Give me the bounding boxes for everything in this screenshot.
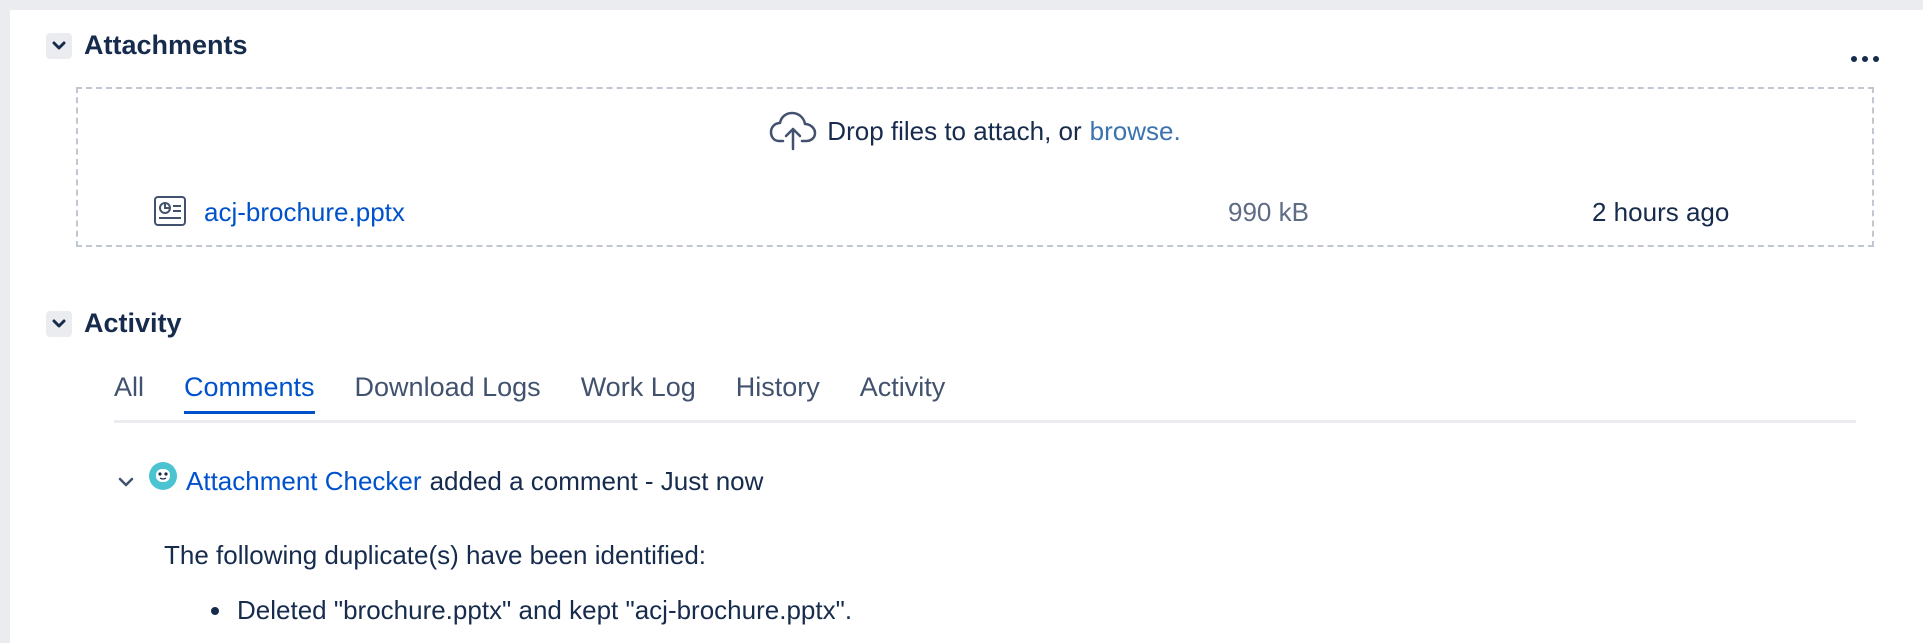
attachments-header: Attachments — [46, 30, 248, 61]
attachments-title: Attachments — [84, 30, 248, 60]
chevron-down-icon — [118, 477, 134, 486]
comment-collapse-toggle[interactable] — [118, 477, 134, 487]
comment-action: added a comment - Just now — [429, 466, 764, 496]
activity-collapse-toggle[interactable] — [46, 310, 72, 337]
activity-tabs: All Comments Download Logs Work Log Hist… — [114, 370, 1856, 423]
more-options-button[interactable] — [1845, 44, 1885, 74]
comment-list: Deleted "brochure.pptx" and kept "acj-br… — [164, 595, 852, 626]
comment-author-link[interactable]: Attachment Checker — [186, 466, 422, 497]
attachment-row: acj-brochure.pptx 990 kB 2 hours ago — [78, 191, 1872, 231]
activity-title: Activity — [84, 308, 182, 338]
drop-text: Drop files to attach, or — [827, 115, 1082, 146]
attachment-file-size: 990 kB — [1228, 197, 1309, 227]
tab-comments[interactable]: Comments — [184, 372, 315, 414]
tab-work-log[interactable]: Work Log — [581, 372, 696, 411]
attachment-dropzone[interactable]: Drop files to attach, or browse. acj-bro… — [76, 87, 1874, 247]
bot-avatar-icon — [149, 461, 177, 490]
drop-instructions: Drop files to attach, or browse. — [78, 111, 1872, 151]
more-icon — [1851, 56, 1879, 62]
cloud-upload-icon — [770, 111, 817, 151]
tab-download-logs[interactable]: Download Logs — [355, 372, 541, 411]
list-item: Deleted "brochure.pptx" and kept "acj-br… — [164, 595, 852, 626]
comment-header: Attachment Checker added a comment - Jus… — [118, 461, 764, 497]
attachment-file-link[interactable]: acj-brochure.pptx — [204, 197, 405, 228]
list-item-text: Deleted "brochure.pptx" and kept "acj-br… — [237, 595, 853, 625]
avatar — [148, 461, 178, 491]
browse-link[interactable]: browse. — [1090, 116, 1181, 147]
activity-header: Activity — [46, 308, 182, 339]
bullet-icon — [211, 606, 219, 615]
presentation-file-icon — [154, 196, 186, 226]
tab-history[interactable]: History — [736, 372, 820, 411]
chevron-down-icon — [52, 41, 66, 49]
chevron-down-icon — [52, 319, 66, 327]
attachment-file-date: 2 hours ago — [1592, 197, 1730, 227]
tab-all[interactable]: All — [114, 372, 144, 411]
tab-activity[interactable]: Activity — [860, 372, 946, 411]
comment-body: The following duplicate(s) have been ide… — [164, 540, 707, 570]
issue-panel: Attachments Drop files to attach, or bro… — [10, 10, 1923, 643]
attachments-collapse-toggle[interactable] — [46, 32, 72, 59]
